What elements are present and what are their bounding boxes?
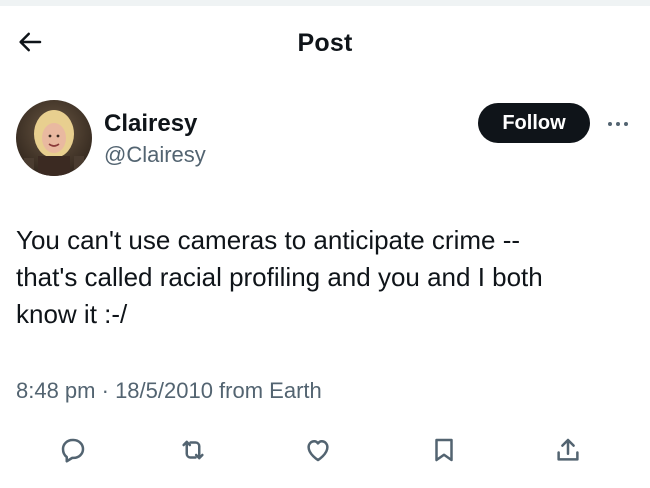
meta-separator: · [95, 378, 116, 403]
share-button[interactable] [546, 430, 590, 474]
bookmark-icon [429, 435, 459, 470]
follow-button[interactable]: Follow [478, 103, 590, 143]
post-meta: 8:48 pm · 18/5/2010 from Earth [16, 378, 322, 404]
reply-button[interactable] [51, 430, 95, 474]
author-handle[interactable]: @Clairesy [104, 142, 206, 168]
like-icon [303, 435, 333, 470]
post-author: Clairesy @Clairesy Follow [16, 100, 636, 180]
action-bar [0, 430, 650, 474]
reply-icon [58, 435, 88, 470]
more-options-button[interactable] [602, 108, 634, 140]
author-display-name[interactable]: Clairesy [104, 110, 197, 138]
repost-button[interactable] [171, 430, 215, 474]
post-time[interactable]: 8:48 pm [16, 378, 96, 403]
page-header: Post [0, 6, 650, 80]
like-button[interactable] [296, 430, 340, 474]
page-title: Post [297, 29, 353, 57]
repost-icon [178, 435, 208, 470]
post-text: You can't use cameras to anticipate crim… [16, 225, 543, 329]
bookmark-button[interactable] [422, 430, 466, 474]
share-icon [553, 435, 583, 470]
post-source: from Earth [212, 378, 322, 403]
post-date[interactable]: 18/5/2010 [115, 378, 213, 403]
more-dots-icon [607, 115, 629, 133]
avatar[interactable] [16, 100, 92, 176]
